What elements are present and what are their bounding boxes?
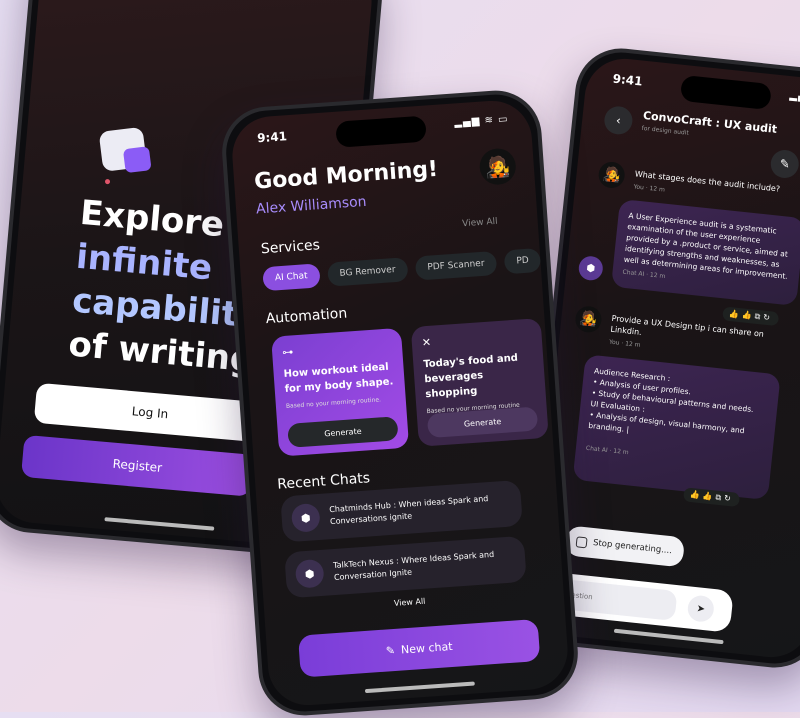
stop-generating-button[interactable]: Stop generating.... bbox=[564, 525, 686, 568]
user-name: Alex Williamson bbox=[255, 193, 368, 218]
recent-chats-title: Recent Chats bbox=[276, 470, 371, 493]
ai-message: A User Experience audit is a systematic … bbox=[610, 198, 800, 306]
card-title: Today's food and beverages shopping bbox=[423, 352, 519, 401]
view-all-services-link[interactable]: View All bbox=[462, 217, 498, 229]
edit-icon: ✎ bbox=[779, 156, 791, 172]
home-screen: 9:41 ▂▄▆ ≋ ▭ Good Morning! Alex Williams… bbox=[229, 98, 571, 708]
service-chip-more[interactable]: PD bbox=[503, 247, 542, 275]
dynamic-island bbox=[335, 115, 427, 148]
bot-avatar: ⬢ bbox=[577, 255, 604, 282]
login-button[interactable]: Log In bbox=[33, 382, 267, 443]
card-subtitle: Based no your morning routine. bbox=[285, 396, 382, 410]
generate-button[interactable]: Generate bbox=[287, 416, 399, 448]
message-actions[interactable]: 👍👍⧉↻ bbox=[722, 306, 780, 327]
home-phone: 9:41 ▂▄▆ ≋ ▭ Good Morning! Alex Williams… bbox=[219, 87, 581, 718]
automation-card[interactable]: ⊶ How workout ideal for my body shape. B… bbox=[271, 327, 410, 457]
automation-title: Automation bbox=[265, 305, 348, 328]
user-avatar: 🧑‍🎤 bbox=[574, 305, 603, 334]
recent-chat-title: TalkTech Nexus : Where Ideas Spark and C… bbox=[332, 549, 495, 583]
services-title: Services bbox=[260, 237, 321, 258]
new-chat-label: New chat bbox=[400, 639, 453, 657]
services-list: AI Chat BG Remover PDF Scanner PD bbox=[262, 247, 542, 292]
service-chip-ai-chat[interactable]: AI Chat bbox=[262, 263, 321, 292]
decor-dot bbox=[104, 178, 111, 185]
back-button[interactable]: ‹ bbox=[603, 104, 634, 136]
message-meta: Chat AI · 12 m bbox=[585, 444, 630, 457]
register-button[interactable]: Register bbox=[20, 434, 254, 497]
chat-subtitle: for design audit bbox=[641, 124, 690, 137]
status-time: 9:41 bbox=[612, 71, 644, 89]
stop-icon bbox=[575, 535, 588, 548]
service-chip-pdf-scanner[interactable]: PDF Scanner bbox=[414, 250, 498, 281]
profile-avatar[interactable]: 🧑‍🎤 bbox=[478, 147, 517, 186]
utensils-icon: ✕ bbox=[421, 335, 432, 350]
new-chat-button[interactable]: ✎ New chat bbox=[297, 618, 541, 678]
home-indicator bbox=[364, 681, 475, 694]
card-title: How workout ideal for my body shape. bbox=[283, 361, 394, 395]
automation-cards: ⊶ How workout ideal for my body shape. B… bbox=[271, 317, 549, 457]
view-all-chats-link[interactable]: View All bbox=[394, 597, 426, 608]
edit-button[interactable]: ✎ bbox=[769, 148, 800, 180]
chevron-left-icon: ‹ bbox=[615, 113, 622, 128]
recent-chat-item[interactable]: ⬢ TalkTech Nexus : Where Ideas Spark and… bbox=[284, 535, 527, 599]
stop-label: Stop generating.... bbox=[592, 538, 673, 557]
status-icons: ▂▄▆ ≋ ▭ bbox=[789, 90, 800, 107]
chat-bot-icon: ⬢ bbox=[294, 558, 325, 589]
status-icons: ▂▄▆ ≋ ▭ bbox=[453, 113, 509, 129]
service-chip-bg-remover[interactable]: BG Remover bbox=[326, 257, 409, 287]
ai-message: Audience Research : • Analysis of user p… bbox=[572, 354, 781, 501]
home-indicator bbox=[104, 517, 215, 531]
send-button[interactable]: ➤ bbox=[686, 594, 716, 623]
home-indicator bbox=[613, 628, 724, 645]
recent-chat-title: Chatminds Hub : When ideas Spark and Con… bbox=[328, 494, 489, 527]
edit-icon: ✎ bbox=[385, 643, 396, 658]
app-logo bbox=[98, 126, 148, 172]
user-avatar: 🧑‍🎤 bbox=[597, 160, 626, 190]
dynamic-island bbox=[679, 74, 773, 111]
dumbbell-icon: ⊶ bbox=[281, 345, 294, 360]
automation-card[interactable]: ✕ Today's food and beverages shopping Ba… bbox=[410, 317, 549, 447]
status-time: 9:41 bbox=[256, 129, 288, 146]
chat-bot-icon: ⬢ bbox=[290, 502, 321, 533]
greeting: Good Morning! bbox=[253, 156, 439, 195]
send-icon: ➤ bbox=[696, 602, 706, 615]
